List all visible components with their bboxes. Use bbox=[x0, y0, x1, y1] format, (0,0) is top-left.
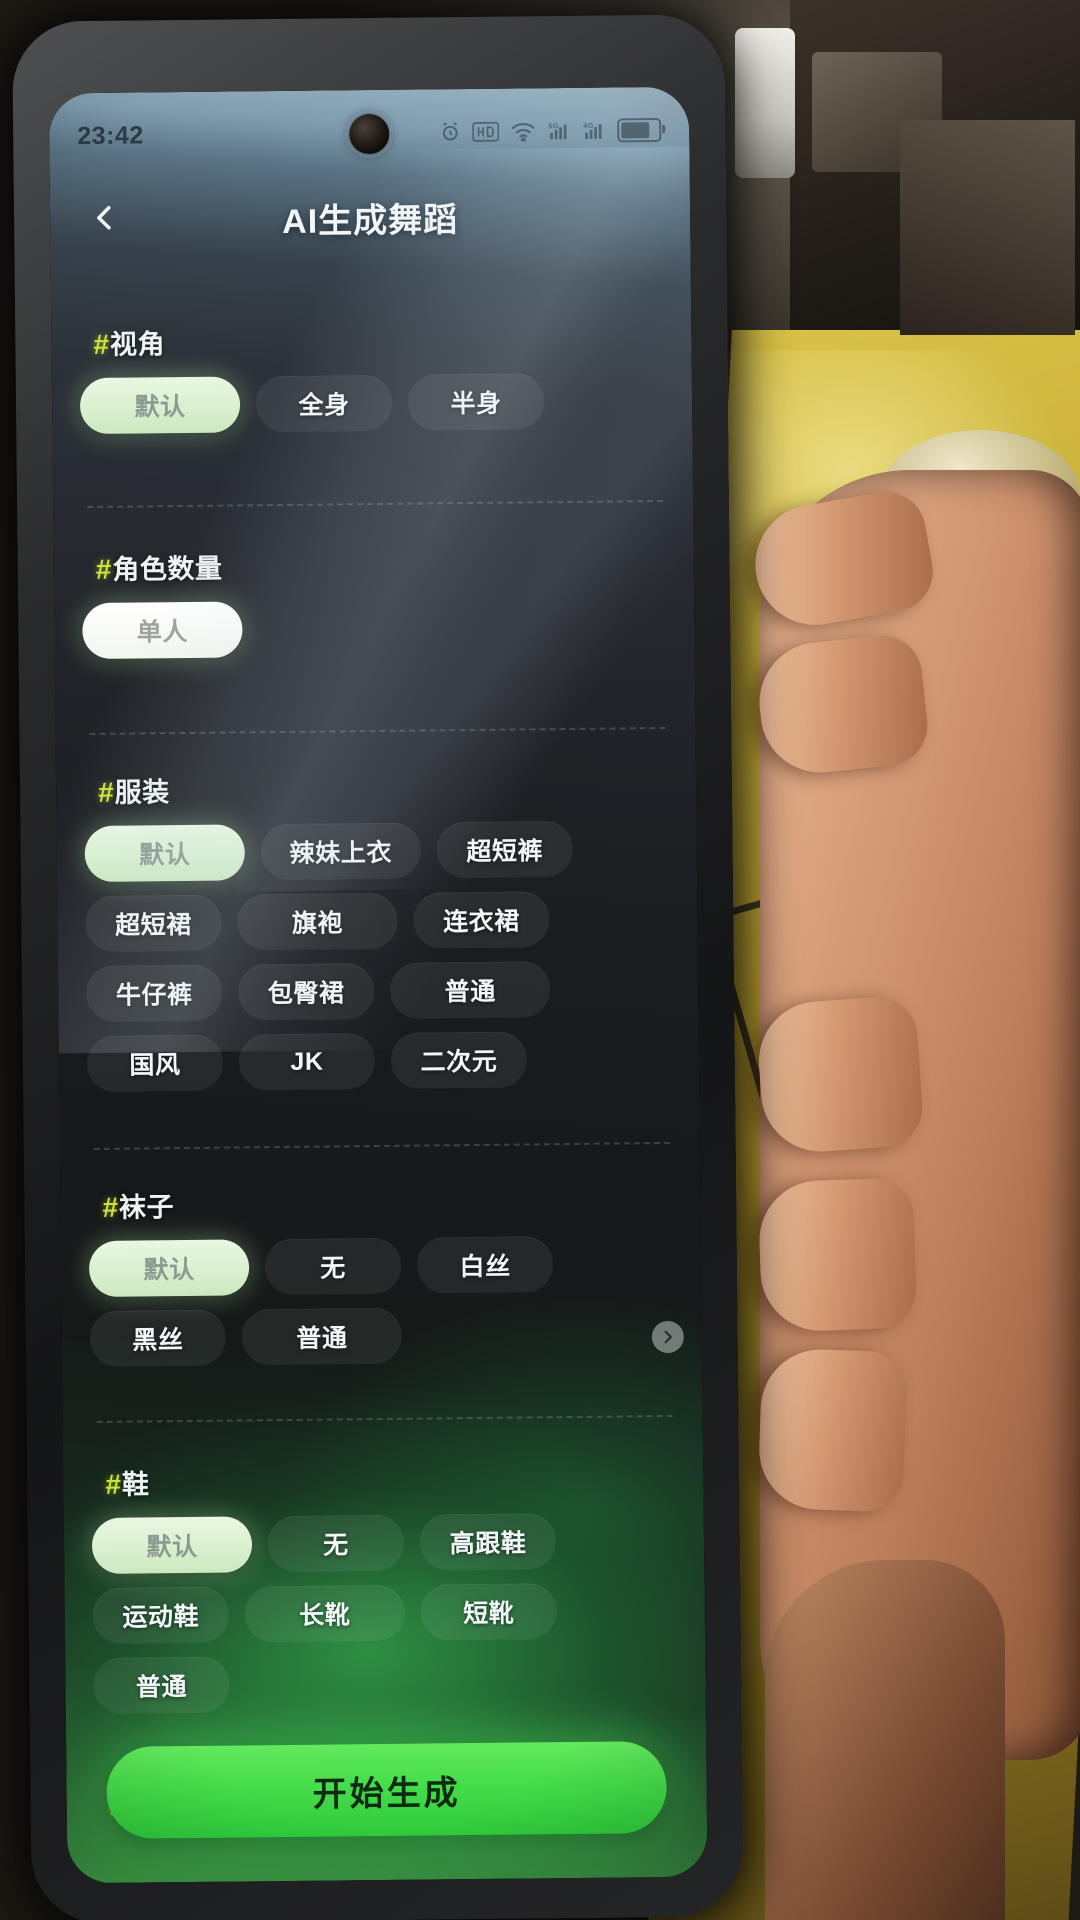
section-title: 鞋 bbox=[121, 1469, 150, 1500]
signal-icon: 4G bbox=[582, 121, 606, 141]
chip-option[interactable]: 默认 bbox=[88, 1239, 250, 1298]
chip-option[interactable]: 普通 bbox=[389, 961, 551, 1019]
chip-option[interactable]: 单人 bbox=[82, 601, 243, 660]
section-divider bbox=[89, 726, 666, 736]
chip-option[interactable]: 半身 bbox=[407, 373, 545, 431]
section-header: # 袜子 bbox=[102, 1180, 676, 1225]
photo-scene: 23:42 5G 4G AI生成舞蹈 # 视角 默认 全身 半身 # 角色数量 … bbox=[0, 0, 1080, 1920]
section-title: 视角 bbox=[109, 329, 166, 360]
section-title: 袜子 bbox=[118, 1192, 175, 1223]
cta-bar: 开始生成 bbox=[66, 1741, 707, 1840]
section-header: # 角色数量 bbox=[96, 542, 670, 587]
alarm-icon bbox=[439, 121, 461, 143]
chip-option[interactable]: 默认 bbox=[91, 1516, 253, 1575]
chip-option[interactable]: 默认 bbox=[84, 824, 246, 883]
chip-option[interactable]: 短靴 bbox=[420, 1583, 558, 1641]
chip-group: 默认 全身 半身 bbox=[79, 372, 669, 435]
section-clothing: # 服装 默认 辣妹上衣 超短裤 超短裙 旗袍 连衣裙 牛仔裤 包臀裙 普通 国… bbox=[84, 765, 685, 1354]
chip-option[interactable]: 高跟鞋 bbox=[419, 1513, 557, 1571]
back-button[interactable] bbox=[78, 193, 133, 248]
chip-option[interactable]: 超短裤 bbox=[436, 820, 574, 879]
page-title: AI生成舞蹈 bbox=[281, 200, 459, 241]
chip-group: 默认 无 高跟鞋 运动鞋 长靴 短靴 普通 bbox=[91, 1512, 682, 1715]
chip-option[interactable]: 无 bbox=[264, 1237, 402, 1296]
chevron-left-icon bbox=[90, 202, 120, 237]
hash-icon: # bbox=[93, 328, 110, 360]
chip-option[interactable]: 国风 bbox=[86, 1034, 224, 1093]
section-title: 角色数量 bbox=[112, 553, 223, 585]
chip-option[interactable]: 默认 bbox=[79, 376, 241, 435]
hash-icon: # bbox=[105, 1468, 122, 1500]
background-object-white bbox=[735, 28, 795, 178]
chip-option[interactable]: 旗袍 bbox=[237, 892, 398, 951]
wifi-icon bbox=[510, 121, 536, 142]
chip-group: 默认 辣妹上衣 超短裤 超短裙 旗袍 连衣裙 牛仔裤 包臀裙 普通 国风 JK … bbox=[84, 820, 675, 1093]
section-header: # 视角 bbox=[93, 317, 667, 362]
section-divider bbox=[87, 499, 664, 509]
hash-icon: # bbox=[95, 553, 112, 585]
chip-option[interactable]: 运动鞋 bbox=[92, 1586, 230, 1645]
chip-option[interactable]: 辣妹上衣 bbox=[260, 822, 422, 881]
svg-text:5G: 5G bbox=[548, 121, 559, 130]
chip-group: 单人 bbox=[82, 597, 671, 660]
app-screen: 23:42 5G 4G AI生成舞蹈 # 视角 默认 全身 半身 # 角色数量 … bbox=[48, 86, 708, 1884]
thumb bbox=[765, 1560, 1005, 1920]
section-viewpoint: # 视角 默认 全身 半身 bbox=[79, 317, 669, 435]
section-divider bbox=[93, 1141, 670, 1150]
chip-option[interactable]: JK bbox=[238, 1033, 376, 1091]
chip-option[interactable]: 全身 bbox=[255, 374, 393, 433]
phone-bezel: 23:42 5G 4G AI生成舞蹈 # 视角 默认 全身 半身 # 角色数量 … bbox=[48, 86, 708, 1884]
status-time: 23:42 bbox=[77, 120, 144, 150]
nav-bar: AI生成舞蹈 bbox=[50, 175, 691, 260]
status-icons: 5G 4G bbox=[439, 117, 662, 144]
chip-option[interactable]: 包臀裙 bbox=[237, 963, 375, 1021]
section-socks: # 袜子 默认 无 白丝 黑丝 普通 bbox=[88, 1180, 678, 1368]
options-scroll-area[interactable]: # 视角 默认 全身 半身 # 角色数量 单人 # 服装 默认 辣妹上衣 超短裤… bbox=[51, 255, 708, 1884]
svg-text:4G: 4G bbox=[583, 121, 594, 130]
battery-icon bbox=[617, 117, 662, 143]
signal-5g-icon: 5G bbox=[547, 121, 571, 141]
section-header: # 服装 bbox=[98, 765, 672, 810]
section-divider bbox=[96, 1414, 673, 1423]
start-generate-button[interactable]: 开始生成 bbox=[106, 1741, 668, 1839]
chip-option[interactable]: 超短裙 bbox=[85, 894, 222, 953]
background-object-shadow bbox=[900, 120, 1075, 335]
phone-device: 23:42 5G 4G AI生成舞蹈 # 视角 默认 全身 半身 # 角色数量 … bbox=[12, 14, 744, 1920]
section-character-count: # 角色数量 单人 bbox=[82, 542, 671, 660]
hash-icon: # bbox=[97, 776, 114, 808]
chip-option[interactable]: 无 bbox=[267, 1514, 405, 1573]
finger bbox=[757, 1177, 918, 1333]
chip-option[interactable]: 白丝 bbox=[416, 1236, 554, 1294]
finger bbox=[757, 1347, 908, 1513]
chip-option[interactable]: 普通 bbox=[241, 1307, 403, 1366]
chip-option[interactable]: 普通 bbox=[93, 1656, 230, 1715]
front-camera-punch-hole bbox=[349, 113, 390, 155]
chip-option[interactable]: 黑丝 bbox=[89, 1309, 227, 1368]
chip-option[interactable]: 长靴 bbox=[244, 1584, 406, 1643]
hd-icon bbox=[472, 121, 500, 142]
section-header: # 鞋 bbox=[105, 1457, 679, 1502]
chip-option[interactable]: 二次元 bbox=[390, 1031, 528, 1089]
chip-option[interactable]: 连衣裙 bbox=[413, 891, 550, 949]
section-title: 服装 bbox=[114, 777, 170, 808]
finger bbox=[754, 994, 926, 1156]
chip-group: 默认 无 白丝 黑丝 普通 bbox=[88, 1235, 678, 1368]
hash-icon: # bbox=[102, 1191, 119, 1223]
chip-option[interactable]: 牛仔裤 bbox=[85, 964, 223, 1023]
section-shoes: # 鞋 默认 无 高跟鞋 运动鞋 长靴 短靴 普通 bbox=[91, 1457, 682, 1715]
